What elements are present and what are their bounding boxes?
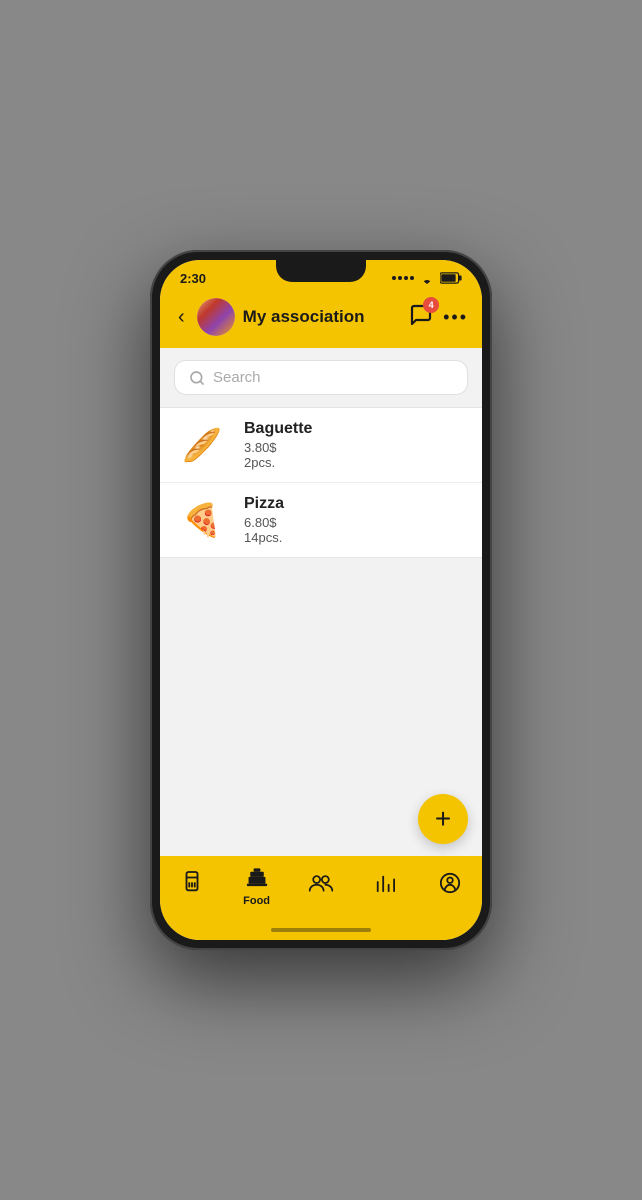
home-indicator bbox=[160, 920, 482, 940]
add-button[interactable]: + bbox=[418, 794, 468, 844]
search-placeholder: Search bbox=[213, 369, 261, 386]
baguette-price: 3.80$ bbox=[244, 440, 468, 455]
notification-button[interactable]: 4 bbox=[409, 303, 433, 332]
battery-icon bbox=[440, 272, 462, 284]
food-label: Food bbox=[243, 895, 270, 907]
nav-item-stats[interactable] bbox=[360, 873, 410, 899]
pizza-image: 🍕 bbox=[174, 500, 230, 540]
notification-badge: 4 bbox=[423, 297, 439, 313]
nav-item-food[interactable]: Food bbox=[232, 865, 282, 907]
app-header: ‹ My association 4 ••• bbox=[160, 292, 482, 348]
baguette-image: 🥖 bbox=[174, 425, 230, 465]
avatar bbox=[197, 298, 235, 336]
pizza-info: Pizza 6.80$ 14pcs. bbox=[244, 495, 468, 545]
nav-item-people[interactable] bbox=[296, 873, 346, 899]
stats-icon bbox=[374, 873, 396, 899]
signal-dot bbox=[392, 276, 414, 280]
header-actions: 4 ••• bbox=[409, 303, 468, 332]
baguette-info: Baguette 3.80$ 2pcs. bbox=[244, 420, 468, 470]
nav-item-drink[interactable] bbox=[167, 870, 217, 902]
avatar-image bbox=[197, 298, 235, 336]
pizza-name: Pizza bbox=[244, 495, 468, 513]
bottom-nav: Food bbox=[160, 856, 482, 920]
account-icon bbox=[439, 872, 461, 900]
search-icon bbox=[189, 370, 205, 386]
pizza-price: 6.80$ bbox=[244, 515, 468, 530]
drink-icon bbox=[181, 870, 203, 902]
home-bar bbox=[271, 928, 371, 932]
nav-item-account[interactable] bbox=[425, 872, 475, 900]
pizza-qty: 14pcs. bbox=[244, 530, 468, 545]
wifi-icon bbox=[419, 272, 435, 284]
notch bbox=[276, 260, 366, 282]
content-area: Search 🥖 Baguette 3.80$ 2pcs. 🍕 Pizza bbox=[160, 348, 482, 856]
status-icons bbox=[392, 272, 462, 284]
people-icon bbox=[308, 873, 334, 899]
baguette-qty: 2pcs. bbox=[244, 455, 468, 470]
list-item[interactable]: 🥖 Baguette 3.80$ 2pcs. bbox=[160, 408, 482, 483]
status-time: 2:30 bbox=[180, 271, 206, 286]
food-icon bbox=[245, 865, 269, 893]
list-item[interactable]: 🍕 Pizza 6.80$ 14pcs. bbox=[160, 483, 482, 557]
phone-screen: 2:30 ‹ bbox=[160, 260, 482, 940]
more-button[interactable]: ••• bbox=[443, 307, 468, 328]
header-title: My association bbox=[243, 307, 401, 327]
phone-frame: 2:30 ‹ bbox=[150, 250, 492, 950]
search-bar[interactable]: Search bbox=[174, 360, 468, 395]
baguette-name: Baguette bbox=[244, 420, 468, 438]
food-list: 🥖 Baguette 3.80$ 2pcs. 🍕 Pizza 6.80$ 14p… bbox=[160, 407, 482, 558]
back-button[interactable]: ‹ bbox=[174, 304, 189, 331]
